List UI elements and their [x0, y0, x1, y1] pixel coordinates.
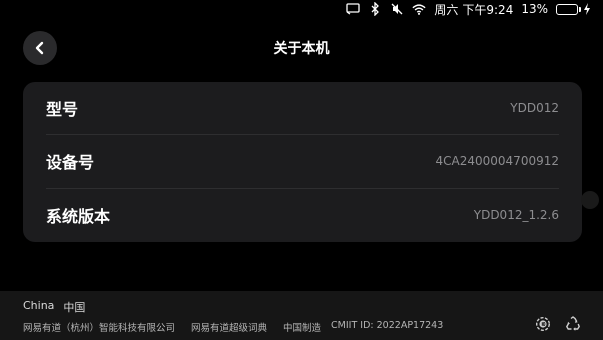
page-title: 关于本机: [273, 41, 330, 57]
cmiit-id: CMIIT ID: 2022AP17243: [331, 320, 444, 331]
country-zh: 中国: [63, 301, 86, 314]
system-version-value: YDD012_1.2.6: [473, 208, 559, 223]
device-id-row: 设备号 4CA2400004700912: [46, 135, 559, 189]
model-value: YDD012: [510, 101, 559, 116]
company-name: 网易有道（杭州）智能科技有限公司: [23, 323, 176, 334]
recycle-icon: [565, 316, 581, 332]
battery-icon: [556, 3, 581, 15]
recycling-10-icon: [535, 316, 551, 332]
model-label: 型号: [46, 100, 79, 120]
device-info-card: 型号 YDD012 设备号 4CA2400004700912 系统版本 YDD0…: [23, 82, 582, 242]
product-name: 网易有道超级词典: [191, 323, 268, 334]
status-day: 周六: [434, 2, 459, 17]
made-in: 中国制造: [283, 323, 322, 334]
floating-assist-dot[interactable]: [581, 191, 599, 209]
footer-info: 网易有道（杭州）智能科技有限公司 网易有道超级词典 中国制造 CMIIT ID:…: [23, 320, 443, 334]
mute-icon: [390, 2, 404, 16]
wifi-icon: [412, 2, 426, 16]
system-version-label: 系统版本: [46, 207, 111, 227]
status-bar: 周六 下午9:24 13%: [346, 0, 603, 18]
battery-percent: 13%: [521, 2, 548, 16]
system-version-row: 系统版本 YDD012_1.2.6: [46, 189, 559, 242]
bluetooth-icon: [368, 2, 382, 16]
charging-icon: [583, 2, 591, 16]
status-time: 下午9:24: [462, 2, 514, 17]
model-row: 型号 YDD012: [46, 82, 559, 136]
footer-icons: [535, 316, 581, 332]
footer: China 中国 网易有道（杭州）智能科技有限公司 网易有道超级词典 中国制造 …: [0, 291, 603, 340]
screen-cast-icon: [346, 2, 361, 16]
country-en: China: [23, 299, 55, 312]
device-id-value: 4CA2400004700912: [435, 154, 559, 169]
footer-country: China 中国: [23, 299, 85, 315]
device-id-label: 设备号: [46, 153, 95, 173]
